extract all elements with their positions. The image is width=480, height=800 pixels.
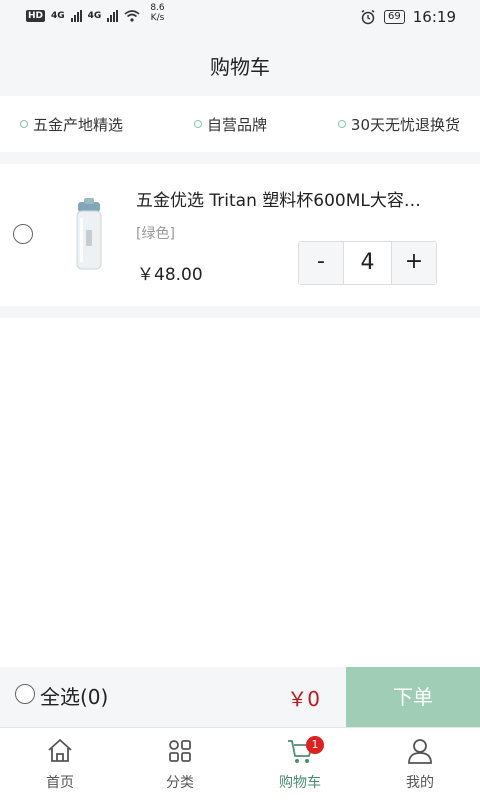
tab-profile[interactable]: 我的: [360, 728, 480, 800]
feature-item: 30天无忧退换货: [337, 114, 460, 135]
user-icon: [408, 739, 432, 764]
tab-cart[interactable]: 1 购物车: [240, 728, 360, 800]
select-all-radio[interactable]: [15, 684, 35, 704]
tab-label: 购物车: [279, 775, 321, 791]
status-right: 69 16:19: [360, 8, 456, 26]
feature-label: 30天无忧退换货: [350, 115, 460, 134]
clock: 16:19: [412, 8, 456, 26]
status-left: HD 4G 4G 8.6 K/s: [26, 3, 165, 23]
tab-category[interactable]: 分类: [120, 728, 240, 800]
network-label-2: 4G: [87, 11, 102, 21]
decrement-button[interactable]: -: [299, 242, 343, 284]
signal-icon-2: [107, 10, 119, 22]
battery-icon: 69: [384, 10, 405, 24]
hd-badge: HD: [26, 10, 46, 22]
page-title: 购物车: [0, 36, 480, 96]
feature-label: 自营品牌: [206, 115, 267, 134]
feature-label: 五金产地精选: [33, 115, 124, 134]
item-price: ￥48.00: [137, 265, 203, 285]
tab-label: 我的: [406, 775, 434, 791]
feature-strip: 五金产地精选 自营品牌 30天无忧退换货: [0, 96, 480, 152]
circle-dot-icon: [193, 120, 202, 128]
place-order-button[interactable]: 下单: [346, 667, 480, 727]
alarm-icon: [361, 9, 375, 25]
bottom-tab-bar: 首页 分类 1 购物车 我的: [0, 727, 480, 800]
item-title[interactable]: 五金优选 Tritan 塑料杯600ML大容…: [136, 186, 446, 211]
feature-item: 自营品牌: [193, 114, 267, 135]
tab-label: 分类: [166, 775, 194, 791]
speed-unit: K/s: [150, 13, 165, 23]
signal-icon: [70, 10, 82, 22]
status-bar: HD 4G 4G 8.6 K/s 69 16:19: [0, 0, 480, 36]
quantity-stepper: - 4 +: [298, 241, 437, 285]
network-speed: 8.6 K/s: [150, 3, 164, 23]
circle-dot-icon: [20, 120, 28, 128]
tab-label: 首页: [46, 775, 74, 791]
tab-home[interactable]: 首页: [0, 728, 120, 800]
divider: [0, 306, 480, 318]
select-all-label[interactable]: 全选(0): [40, 681, 108, 710]
item-select-radio[interactable]: [13, 224, 33, 244]
circle-dot-icon: [337, 120, 346, 128]
category-icon: [169, 740, 191, 762]
divider: [0, 152, 480, 164]
feature-item: 五金产地精选: [20, 114, 123, 135]
cart-count-badge: 1: [306, 736, 324, 754]
network-label-1: 4G: [51, 11, 65, 21]
increment-button[interactable]: +: [392, 242, 436, 284]
total-price: ￥0: [287, 687, 320, 711]
product-image[interactable]: [56, 194, 126, 274]
wifi-icon: [124, 10, 140, 22]
quantity-value[interactable]: 4: [343, 242, 392, 284]
item-variant: [绿色]: [136, 226, 175, 242]
cart-item: 五金优选 Tritan 塑料杯600ML大容… [绿色] ￥48.00 - 4 …: [0, 164, 480, 306]
home-icon: [48, 739, 72, 762]
speed-value: 8.6: [150, 3, 165, 13]
checkout-bar: 全选(0) ￥0 下单: [0, 667, 480, 727]
